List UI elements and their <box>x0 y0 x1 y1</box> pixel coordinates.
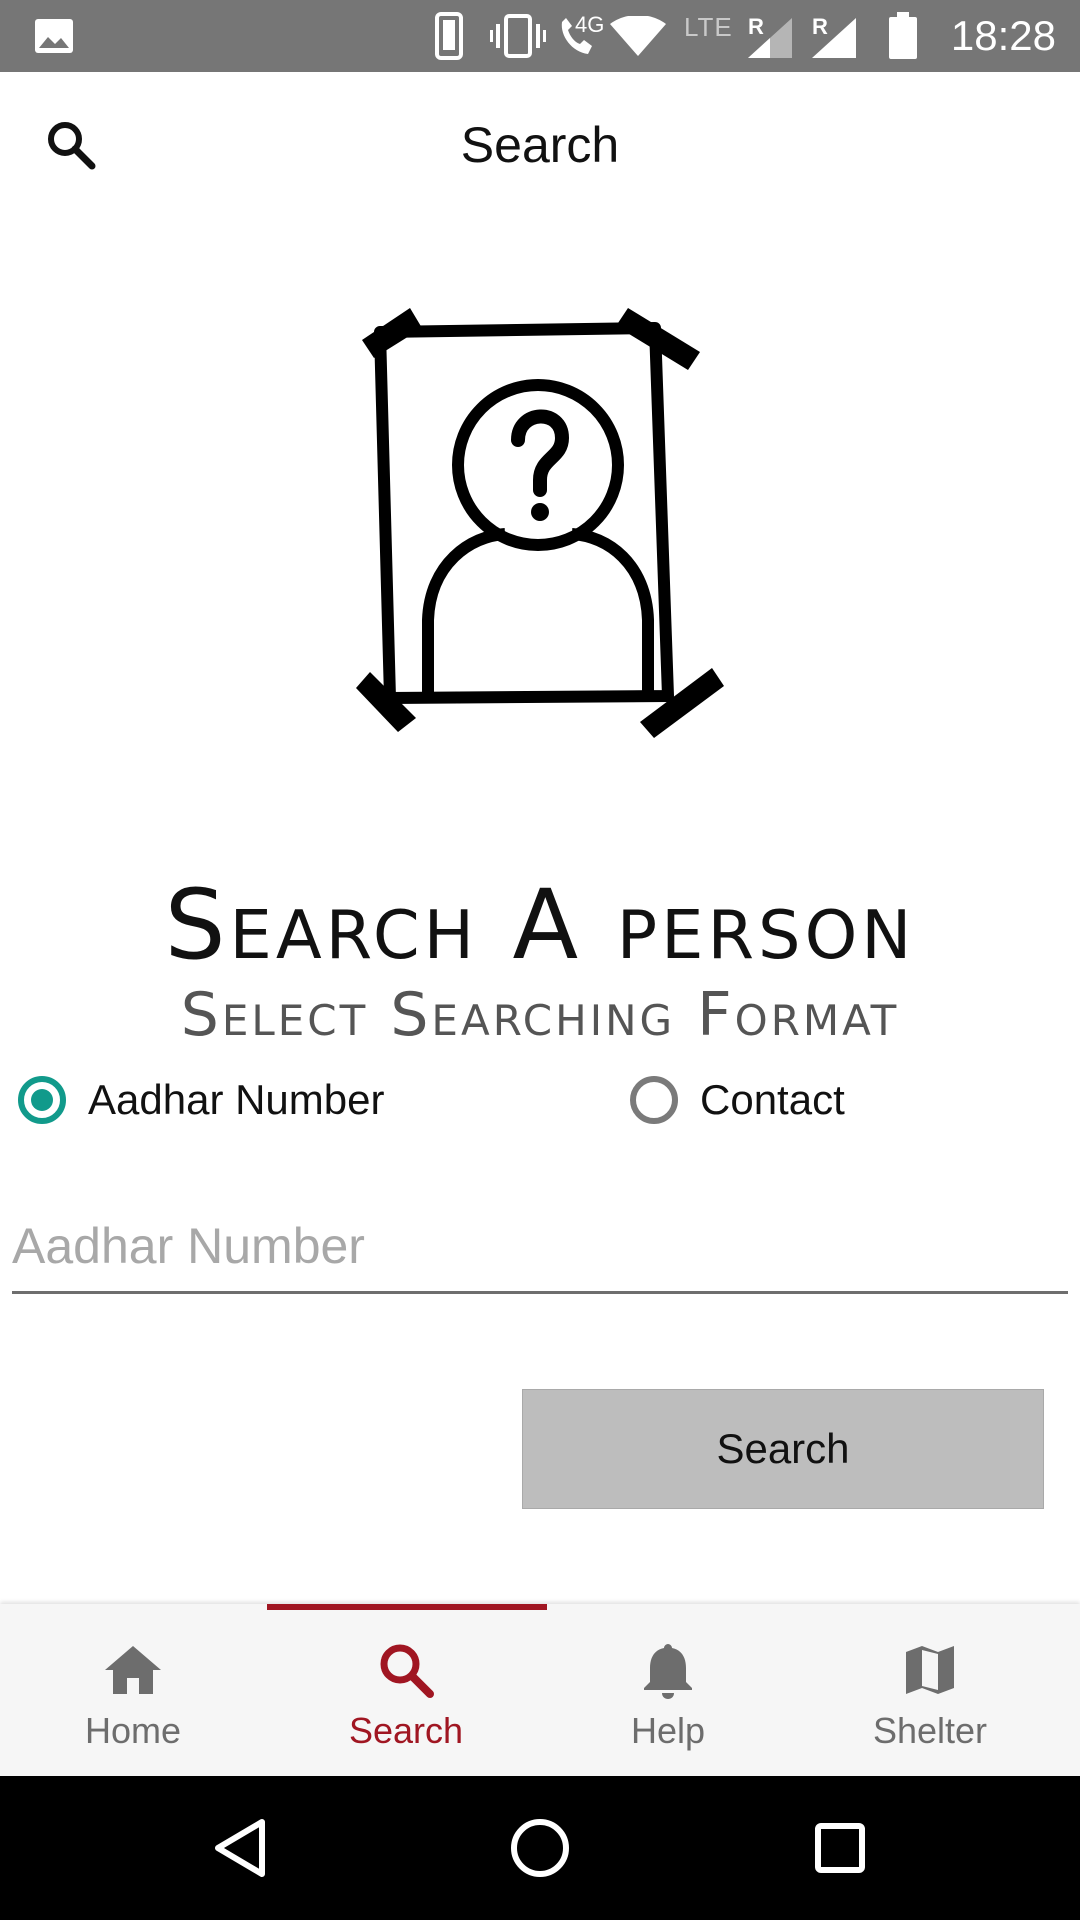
search-subheading: Select Searching Format <box>180 980 900 1050</box>
home-circle-icon[interactable] <box>504 1812 576 1884</box>
search-icon <box>380 1644 434 1698</box>
app-bar: Search <box>0 72 1080 218</box>
image-icon <box>35 19 73 53</box>
radio-contact[interactable]: Contact <box>630 1068 845 1132</box>
nav-label-shelter: Shelter <box>872 1710 988 1751</box>
bell-icon <box>644 1644 692 1699</box>
battery-icon <box>889 12 917 59</box>
nav-item-home[interactable]: Home <box>0 1604 266 1776</box>
signal-icon <box>812 18 856 58</box>
search-screen: 4G LTE R R 18:28 Search Search A person … <box>0 0 1080 1920</box>
network-lte-label: LTE <box>684 12 733 42</box>
status-time: 18:28 <box>950 12 1056 59</box>
search-heading: Search A person <box>164 869 916 981</box>
system-navigation-bar <box>0 1776 1080 1920</box>
back-icon[interactable] <box>204 1812 276 1884</box>
vibrate-icon <box>490 14 546 58</box>
aadhar-number-input[interactable] <box>12 1200 1068 1291</box>
signal-icon <box>748 18 792 58</box>
status-bar: 4G LTE R R 18:28 <box>0 0 1080 72</box>
nav-label-help: Help <box>630 1710 706 1751</box>
radio-label: Contact <box>700 1076 845 1123</box>
nav-item-shelter[interactable]: Shelter <box>797 1604 1063 1776</box>
radio-aadhar-number[interactable]: Aadhar Number <box>18 1068 384 1132</box>
wifi-icon <box>610 16 666 56</box>
nav-label-home: Home <box>84 1710 182 1751</box>
unknown-person-photo-icon <box>356 308 724 738</box>
search-button[interactable]: Search <box>522 1389 1044 1509</box>
recents-icon[interactable] <box>804 1812 876 1884</box>
aadhar-input-container <box>12 1200 1068 1294</box>
bottom-navigation: Home Search Help Shelter <box>0 1604 1080 1776</box>
map-icon <box>906 1646 954 1694</box>
page-title: Search <box>460 117 620 173</box>
phone-outline-icon <box>435 12 463 60</box>
network-4g-label: 4G <box>575 12 605 37</box>
radio-unchecked-icon[interactable] <box>630 1076 678 1124</box>
radio-label: Aadhar Number <box>88 1076 385 1123</box>
radio-checked-icon[interactable] <box>18 1076 66 1124</box>
nav-item-help[interactable]: Help <box>535 1604 801 1776</box>
nav-item-search[interactable]: Search <box>273 1604 539 1776</box>
nav-label-search: Search <box>348 1710 464 1751</box>
home-icon <box>105 1646 161 1694</box>
